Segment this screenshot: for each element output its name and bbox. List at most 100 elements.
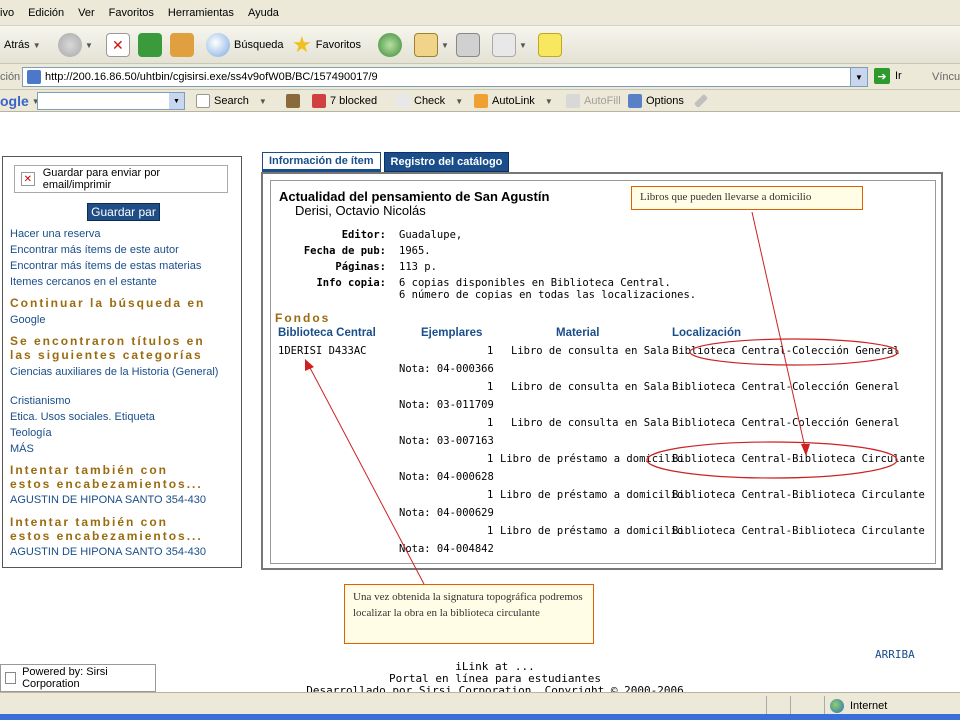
printer-icon — [456, 33, 480, 57]
address-input[interactable]: http://200.16.86.50/uhtbin/cgisirsi.exe/… — [22, 67, 868, 87]
options-label: Options — [646, 95, 684, 107]
autolink-button[interactable]: AutoLink ▼ — [474, 93, 553, 109]
menu-file[interactable]: ivo — [0, 7, 21, 19]
sidebar-link-reserve[interactable]: Hacer una reserva — [10, 227, 238, 241]
page-icon — [5, 672, 17, 684]
sidebar-category-history[interactable]: Ciencias auxiliares de la Historia (Gene… — [10, 365, 238, 379]
field-value-copies-total: 6 número de copias en todas las localiza… — [399, 289, 697, 301]
home-button[interactable] — [170, 31, 194, 59]
menu-tools[interactable]: Herramientas — [161, 7, 241, 19]
pagerank-button[interactable] — [286, 93, 304, 109]
mail-icon — [414, 33, 438, 57]
chevron-down-icon[interactable]: ▼ — [850, 68, 867, 86]
address-label: ción — [0, 71, 21, 83]
stop-button[interactable]: ✕ — [106, 31, 130, 59]
chevron-down-icon[interactable]: ▼ — [455, 97, 463, 106]
options-button[interactable]: Options — [628, 93, 684, 109]
tab-catalog-record[interactable]: Registro del catálogo — [383, 152, 510, 172]
menu-help[interactable]: Ayuda — [241, 7, 286, 19]
menu-favorites[interactable]: Favoritos — [102, 7, 161, 19]
sidebar-link-subject-heading-2[interactable]: AGUSTIN DE HIPONA SANTO 354-430 — [10, 545, 238, 559]
table-row-copies: 1 — [487, 381, 494, 393]
forward-button[interactable]: ▼ — [58, 31, 93, 59]
try-heading-3: Intentar también con — [10, 515, 169, 529]
record-title: Actualidad del pensamiento de San Agustí… — [279, 189, 550, 204]
table-row-location: Biblioteca Central-Colección General — [672, 417, 900, 429]
sidebar-link-subjects[interactable]: Encontrar más ítems de estas materias — [10, 259, 238, 273]
sidebar-category-theology[interactable]: Teología — [10, 426, 238, 440]
address-url[interactable]: http://200.16.86.50/uhtbin/cgisirsi.exe/… — [45, 71, 378, 83]
autofill-button[interactable]: AutoFill — [566, 93, 621, 109]
chevron-down-icon[interactable]: ▼ — [259, 97, 267, 106]
chevron-down-icon[interactable]: ▼ — [441, 41, 449, 50]
sidebar-category-christianity[interactable]: Cristianismo — [10, 394, 238, 408]
autofill-label: AutoFill — [584, 95, 621, 107]
save-label: Guardar para enviar por email/imprimir — [42, 167, 161, 191]
continue-search-heading: Continuar la búsqueda en — [10, 296, 206, 310]
sidebar-link-shelf[interactable]: Itemes cercanos en el estante — [10, 275, 238, 289]
tab-item-info[interactable]: Información de ítem — [262, 152, 381, 172]
column-header-copies: Ejemplares — [421, 327, 483, 339]
favorites-label: Favoritos — [315, 39, 361, 51]
status-separator — [790, 696, 791, 716]
chevron-down-icon[interactable]: ▼ — [519, 41, 527, 50]
google-logo[interactable]: ogle ▼ — [0, 93, 40, 109]
note-icon — [538, 33, 562, 57]
back-to-top-link[interactable]: ARRIBA — [875, 648, 915, 661]
spellcheck-button[interactable]: Check ▼ — [396, 93, 463, 109]
messenger-button[interactable] — [538, 31, 562, 59]
history-button[interactable] — [378, 31, 402, 59]
sidebar-link-author[interactable]: Encontrar más ítems de este autor — [10, 243, 238, 257]
table-row-note: Nota: 04-000629 — [399, 507, 494, 519]
status-separator — [766, 696, 767, 716]
annotation-top: Libros que pueden llevarse a domicilio — [631, 186, 863, 210]
table-row-material: Libro de consulta en Sala — [511, 417, 670, 429]
table-row-material: Libro de préstamo a domicilio — [500, 525, 684, 537]
sidebar-link-subject-heading[interactable]: AGUSTIN DE HIPONA SANTO 354-430 — [10, 493, 238, 507]
chevron-down-icon[interactable]: ▼ — [85, 41, 93, 50]
field-label-copies: Info copia: — [316, 277, 386, 289]
popup-blocker-button[interactable]: 7 blocked — [312, 93, 377, 109]
search-button[interactable]: Búsqueda — [206, 31, 284, 59]
google-search-input[interactable]: ▼ — [37, 92, 185, 110]
taskbar — [0, 714, 960, 720]
refresh-button[interactable] — [138, 31, 162, 59]
try-heading-4: estos encabezamientos... — [10, 529, 203, 543]
chevron-down-icon[interactable]: ▼ — [33, 41, 41, 50]
menu-bar: ivo Edición Ver Favoritos Herramientas A… — [0, 0, 960, 26]
save-button[interactable]: Guardar par — [87, 203, 160, 221]
back-button[interactable]: Atrás ▼ — [4, 31, 41, 59]
mail-button[interactable]: ▼ — [414, 31, 449, 59]
go-button[interactable]: ➔ Ir — [874, 68, 902, 84]
edit-button[interactable]: ▼ — [492, 31, 527, 59]
google-search-button[interactable]: Search ▼ — [196, 93, 267, 109]
table-row-copies: 1 — [487, 417, 494, 429]
checkbox-icon[interactable]: ✕ — [21, 172, 35, 186]
print-button[interactable] — [456, 31, 480, 59]
standard-toolbar: Atrás ▼ ▼ ✕ Búsqueda ★ Favoritos ▼ ▼ — [0, 26, 960, 64]
history-icon — [378, 33, 402, 57]
table-row-note: Nota: 03-007163 — [399, 435, 494, 447]
star-icon: ★ — [292, 32, 312, 57]
sidebar-link-google[interactable]: Google — [10, 313, 238, 327]
pencil-button[interactable] — [693, 93, 709, 109]
save-checkbox-row[interactable]: ✕ Guardar para enviar por email/imprimir — [14, 165, 228, 193]
table-row-location: Biblioteca Central-Biblioteca Circulante — [672, 453, 925, 465]
pencil-icon — [693, 93, 709, 109]
chevron-down-icon[interactable]: ▼ — [545, 97, 553, 106]
menu-edit[interactable]: Edición — [21, 7, 71, 19]
sidebar-category-more[interactable]: MÁS — [10, 442, 238, 456]
chevron-down-icon[interactable]: ▼ — [169, 93, 184, 109]
favorites-button[interactable]: ★ Favoritos — [292, 31, 361, 59]
sidebar-category-ethics[interactable]: Etica. Usos sociales. Etiqueta — [10, 410, 238, 424]
menu-view[interactable]: Ver — [71, 7, 102, 19]
powered-by-badge[interactable]: Powered by: Sirsi Corporation — [0, 664, 156, 692]
annotation-bottom: Una vez obtenida la signatura topográfic… — [344, 584, 594, 644]
links-label[interactable]: Víncul — [932, 71, 960, 83]
call-number: 1DERISI D433AC — [278, 345, 367, 357]
table-row-material: Libro de préstamo a domicilio — [500, 489, 684, 501]
word-icon — [492, 33, 516, 57]
field-label-publisher: Editor: — [341, 229, 386, 241]
back-label: Atrás — [4, 39, 30, 51]
field-value-publisher: Guadalupe, — [399, 229, 463, 241]
